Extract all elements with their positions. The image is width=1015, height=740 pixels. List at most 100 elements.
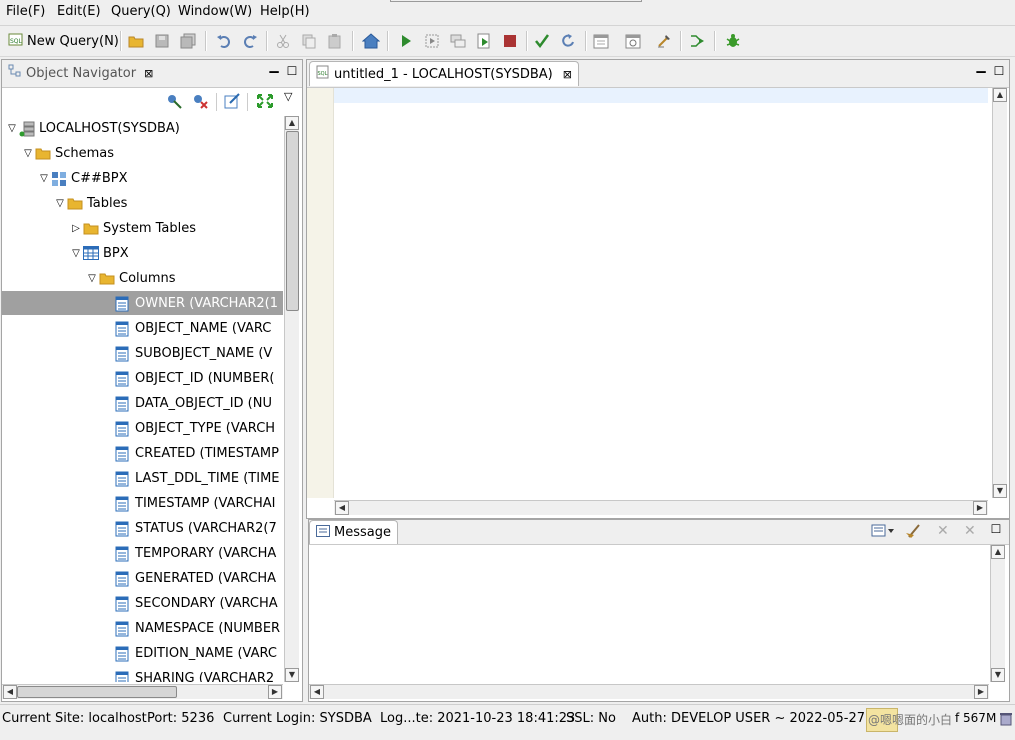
minimize-icon[interactable]: ▁ xyxy=(974,60,988,74)
tree-item[interactable]: NAMESPACE (NUMBER xyxy=(2,616,283,640)
commit-icon[interactable] xyxy=(531,30,553,52)
remove-icon[interactable]: ✕ xyxy=(937,523,949,539)
undo-icon[interactable] xyxy=(213,30,235,52)
navigator-vscroll-thumb[interactable] xyxy=(286,131,299,311)
menu-query[interactable]: Query(Q) xyxy=(111,4,171,19)
minimize-icon[interactable]: ▁ xyxy=(267,60,281,74)
expand-all-icon[interactable] xyxy=(256,93,274,113)
open-icon[interactable] xyxy=(125,30,147,52)
tree-item[interactable]: SUBOBJECT_NAME (V xyxy=(2,341,283,365)
save-icon[interactable] xyxy=(151,30,173,52)
run-script-icon[interactable] xyxy=(473,30,495,52)
tree-item[interactable]: LAST_DDL_TIME (TIME xyxy=(2,466,283,490)
tree-item[interactable]: ▽ BPX xyxy=(2,241,283,265)
scroll-left-icon[interactable]: ◀ xyxy=(310,685,324,699)
explain-icon[interactable] xyxy=(447,30,469,52)
tree-item[interactable]: TEMPORARY (VARCHA xyxy=(2,541,283,565)
view-menu-icon[interactable]: ▽ xyxy=(284,90,292,103)
tree-item[interactable]: OWNER (VARCHAR2(1 xyxy=(2,291,283,315)
redo-icon[interactable] xyxy=(239,30,261,52)
scroll-down-icon[interactable]: ▼ xyxy=(991,668,1005,682)
tree-item[interactable]: DATA_OBJECT_ID (NU xyxy=(2,391,283,415)
expand-arrow-icon[interactable]: ▽ xyxy=(85,273,99,284)
menu-window[interactable]: Window(W) xyxy=(178,4,252,19)
tree-item[interactable]: EDITION_NAME (VARC xyxy=(2,641,283,665)
run-selection-icon[interactable] xyxy=(421,30,443,52)
tree-item[interactable]: STATUS (VARCHAR2(7 xyxy=(2,516,283,540)
close-icon[interactable]: ⊠ xyxy=(563,68,572,81)
editor-hscroll[interactable]: ◀ ▶ xyxy=(334,500,988,515)
clear-icon[interactable] xyxy=(905,523,923,543)
collapse-arrow-icon[interactable]: ▷ xyxy=(69,223,83,234)
scroll-up-icon[interactable]: ▲ xyxy=(285,116,299,130)
tree-item[interactable]: ▷ System Tables xyxy=(2,216,283,240)
step-icon[interactable] xyxy=(686,30,708,52)
scroll-down-icon[interactable]: ▼ xyxy=(285,668,299,682)
tree-item[interactable]: ▽ Schemas xyxy=(2,141,283,165)
tree-item[interactable]: SECONDARY (VARCHA xyxy=(2,591,283,615)
scroll-right-icon[interactable]: ▶ xyxy=(974,685,988,699)
menu-help[interactable]: Help(H) xyxy=(260,4,310,19)
rollback-icon[interactable] xyxy=(557,30,579,52)
cut-icon[interactable] xyxy=(272,30,294,52)
maximize-icon[interactable]: ☐ xyxy=(989,523,1003,537)
tree-item[interactable]: ▽ C##BPX xyxy=(2,166,283,190)
scroll-right-icon[interactable]: ▶ xyxy=(973,501,987,515)
scroll-left-icon[interactable]: ◀ xyxy=(335,501,349,515)
copy-icon[interactable] xyxy=(298,30,320,52)
message-hscroll[interactable]: ◀ ▶ xyxy=(309,684,989,699)
message-output[interactable] xyxy=(309,545,989,682)
scroll-left-icon[interactable]: ◀ xyxy=(3,685,17,699)
home-icon[interactable] xyxy=(360,30,382,52)
tree-item[interactable]: GENERATED (VARCHA xyxy=(2,566,283,590)
tab-untitled-1[interactable]: SQL untitled_1 - LOCALHOST(SYSDBA) ⊠ xyxy=(309,61,579,86)
sql-editor-textarea[interactable] xyxy=(334,88,988,498)
tree-item[interactable]: SHARING (VARCHAR2 xyxy=(2,666,283,682)
debug-icon[interactable] xyxy=(722,30,744,52)
scroll-up-icon[interactable]: ▲ xyxy=(993,88,1007,102)
scroll-down-icon[interactable]: ▼ xyxy=(993,484,1007,498)
paste-icon[interactable] xyxy=(324,30,346,52)
calendar-icon[interactable] xyxy=(590,30,612,52)
message-view-icon[interactable] xyxy=(871,524,897,542)
navigator-hscroll-thumb[interactable] xyxy=(17,686,177,698)
current-line-highlight xyxy=(334,88,988,103)
save-all-icon[interactable] xyxy=(177,30,199,52)
expand-arrow-icon[interactable]: ▽ xyxy=(5,123,19,134)
tree-item[interactable]: OBJECT_ID (NUMBER( xyxy=(2,366,283,390)
tree-item[interactable]: ▽ Columns xyxy=(2,266,283,290)
tree-item[interactable]: TIMESTAMP (VARCHAI xyxy=(2,491,283,515)
scroll-up-icon[interactable]: ▲ xyxy=(991,545,1005,559)
navigator-vscroll[interactable]: ▲ ▼ xyxy=(284,116,299,682)
expand-arrow-icon[interactable]: ▽ xyxy=(37,173,51,184)
navigator-hscroll[interactable]: ◀ ▶ xyxy=(2,684,283,699)
maximize-icon[interactable]: ☐ xyxy=(285,65,299,79)
connect-icon[interactable] xyxy=(166,93,184,113)
run-icon[interactable] xyxy=(395,30,417,52)
tree-item[interactable]: ▽ Tables xyxy=(2,191,283,215)
trash-icon[interactable] xyxy=(1000,712,1012,730)
menu-file[interactable]: File(F) xyxy=(6,4,45,19)
stop-icon[interactable] xyxy=(499,30,521,52)
new-query-button[interactable]: SQL New Query(N) xyxy=(8,31,119,51)
tree-item[interactable]: ▽ LOCALHOST(SYSDBA) xyxy=(2,116,283,140)
tab-message[interactable]: Message xyxy=(309,520,398,544)
edit-icon[interactable] xyxy=(224,93,242,113)
tree-item[interactable]: OBJECT_TYPE (VARCH xyxy=(2,416,283,440)
tab-object-navigator[interactable]: Object Navigator ⊠ xyxy=(2,61,159,85)
disconnect-icon[interactable] xyxy=(192,93,210,113)
close-icon[interactable]: ⊠ xyxy=(144,67,153,80)
menu-edit[interactable]: Edit(E) xyxy=(57,4,101,19)
schedule-icon[interactable] xyxy=(622,30,644,52)
format-icon[interactable] xyxy=(653,30,675,52)
scroll-right-icon[interactable]: ▶ xyxy=(268,685,282,699)
editor-vscroll[interactable]: ▲ ▼ xyxy=(992,88,1007,498)
remove-all-icon[interactable]: ✕ xyxy=(964,523,976,539)
expand-arrow-icon[interactable]: ▽ xyxy=(21,148,35,159)
message-vscroll[interactable]: ▲ ▼ xyxy=(990,545,1005,682)
expand-arrow-icon[interactable]: ▽ xyxy=(69,248,83,259)
tree-item[interactable]: CREATED (TIMESTAMP xyxy=(2,441,283,465)
tree-item[interactable]: OBJECT_NAME (VARC xyxy=(2,316,283,340)
maximize-icon[interactable]: ☐ xyxy=(992,65,1006,79)
expand-arrow-icon[interactable]: ▽ xyxy=(53,198,67,209)
